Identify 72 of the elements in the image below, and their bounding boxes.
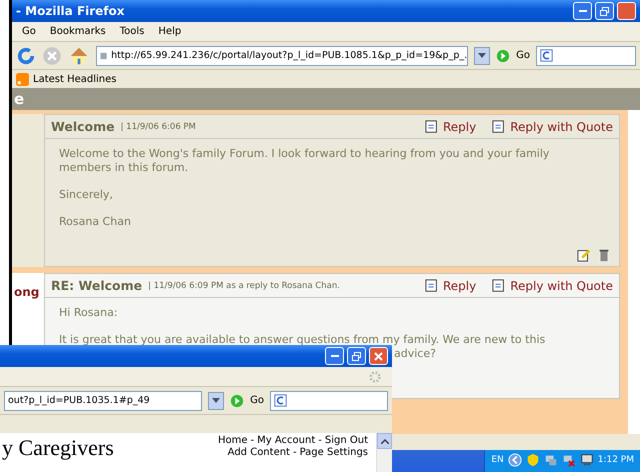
shield-icon[interactable] xyxy=(526,453,540,467)
dropdown-button[interactable] xyxy=(208,392,224,410)
post-title: Welcome xyxy=(51,119,115,134)
address-field[interactable]: out?p_l_id=PUB.1035.1#p_49 xyxy=(4,390,202,410)
reply-icon xyxy=(492,120,506,134)
post-date: | 11/9/06 6:09 PM as a reply to Rosana Chan. xyxy=(148,280,341,290)
separator-dash: - xyxy=(250,435,254,447)
minimize-button[interactable] xyxy=(573,2,592,20)
address-field[interactable]: http://65.99.241.236/c/portal/layout?p_l_id=PUB.1085.1&p_p_id=19&p_p_. xyxy=(96,46,468,66)
minimize-icon xyxy=(330,355,338,357)
scrollbar[interactable] xyxy=(376,433,392,472)
go-icon[interactable] xyxy=(230,394,244,408)
rss-feed-icon xyxy=(16,72,29,86)
reply-link[interactable]: Reply with Quote xyxy=(492,278,613,292)
restore-button[interactable] xyxy=(595,2,614,20)
post-text: Welcome to the Wong's family Forum. I look forward to hearing from you and your family members in this forum. xyxy=(59,147,550,175)
search-field[interactable] xyxy=(536,46,636,66)
reply-icon xyxy=(424,120,439,134)
reply-icon xyxy=(492,278,506,292)
nav-link[interactable]: Add Content xyxy=(228,447,290,459)
computer-icon[interactable] xyxy=(580,453,594,467)
nav-link[interactable]: My Account xyxy=(257,435,316,447)
separator-dash: - xyxy=(318,435,322,447)
menu-item[interactable]: Help xyxy=(158,26,182,37)
go-button[interactable]: Go xyxy=(250,395,264,406)
separator-dash: - xyxy=(292,447,297,459)
reload-icon[interactable] xyxy=(16,46,36,66)
search-field[interactable] xyxy=(270,390,388,410)
header-text: e xyxy=(14,90,24,108)
post-text: advice? xyxy=(394,347,437,361)
clock: 1:12 PM xyxy=(598,455,634,465)
caret-icon xyxy=(478,52,486,58)
post-text: Sincerely, xyxy=(59,188,114,202)
window-title: - Mozilla Firefox xyxy=(16,4,126,18)
network-disconnected-icon[interactable] xyxy=(562,453,576,467)
network-icon[interactable] xyxy=(544,453,558,467)
restore-icon xyxy=(600,6,609,16)
close-button[interactable] xyxy=(369,347,388,365)
edit-icon[interactable] xyxy=(577,248,591,262)
menu-item[interactable]: Tools xyxy=(120,26,144,37)
nav-link[interactable]: Home xyxy=(218,435,248,447)
menu-item[interactable]: Bookmarks xyxy=(50,26,106,37)
caret-icon xyxy=(380,438,388,444)
trash-icon[interactable] xyxy=(597,248,611,262)
reply-icon xyxy=(424,278,439,292)
nav-link[interactable]: Page Settings xyxy=(300,447,368,459)
search-engine-icon xyxy=(274,394,287,407)
scroll-up-button[interactable] xyxy=(377,433,392,449)
post-text: Rosana Chan xyxy=(59,215,132,229)
reply-link[interactable]: Reply xyxy=(424,278,476,292)
search-engine-icon xyxy=(540,49,553,62)
close-icon xyxy=(374,352,383,360)
minimize-icon xyxy=(578,10,586,12)
post-text: Hi Rosana: xyxy=(59,306,119,320)
author-name[interactable]: ong xyxy=(14,285,40,299)
post-date: | 11/9/06 6:06 PM xyxy=(120,122,197,132)
dropdown-button[interactable] xyxy=(474,46,490,64)
minimize-button[interactable] xyxy=(325,347,344,365)
restore-icon xyxy=(352,352,361,360)
bookmark-link[interactable]: Latest Headlines xyxy=(33,74,116,84)
menu-item[interactable]: Go xyxy=(22,26,36,37)
throbber-icon xyxy=(368,370,382,384)
go-button[interactable]: Go xyxy=(516,50,530,61)
post-title: RE: Welcome xyxy=(51,278,142,293)
nav-link[interactable]: Sign Out xyxy=(324,435,368,447)
restore-button[interactable] xyxy=(347,347,366,365)
go-icon[interactable] xyxy=(496,48,510,62)
close-button[interactable] xyxy=(617,2,636,20)
post-text: It is great that you are available to answer questions from my family. We are new to this xyxy=(59,333,546,347)
reply-link[interactable]: Reply xyxy=(424,120,476,134)
site-title: y Caregivers xyxy=(2,435,114,461)
reply-link[interactable]: Reply with Quote xyxy=(492,120,613,134)
